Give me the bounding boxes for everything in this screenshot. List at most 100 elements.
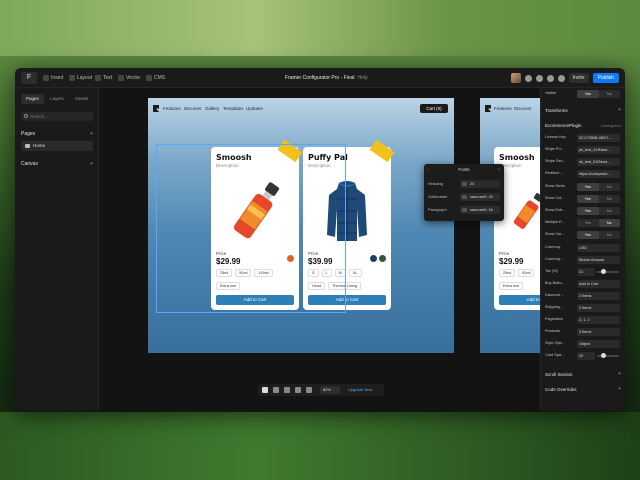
add-transform-icon[interactable]: + (618, 107, 621, 114)
currency-position-select[interactable]: Before Amount (577, 256, 620, 264)
price-label: Price (499, 251, 510, 256)
share-icon[interactable] (546, 74, 554, 82)
extra-option[interactable]: Extra one (499, 282, 524, 290)
redirect-input[interactable]: https://todoprodu... (577, 170, 620, 178)
show-cart-row: Show Car... Yes No (545, 231, 624, 239)
font-row-paragraph[interactable]: Paragraph sans-serif, 16 (428, 206, 500, 214)
cursor-icon[interactable] (262, 387, 268, 393)
add-to-cart-button[interactable]: Add to Cart (499, 295, 540, 305)
insert-tool[interactable]: Insert (43, 73, 64, 83)
add-page-icon[interactable]: + (90, 130, 93, 138)
tab-pages[interactable]: Pages (21, 94, 44, 104)
framer-menu-button[interactable]: F (21, 72, 37, 84)
scroll-section-header[interactable]: Scroll Section (545, 371, 573, 378)
buy-button-input[interactable]: Add to Cart (577, 280, 620, 288)
layout-tool[interactable]: Layout (69, 73, 92, 83)
text-tool[interactable]: Text (95, 73, 112, 83)
nav-link-features[interactable]: Features (163, 106, 181, 112)
style-options-row: Style Opti... Object (545, 340, 624, 348)
close-icon[interactable]: × (497, 167, 500, 172)
slider-knob[interactable] (601, 269, 606, 274)
tablet-frame[interactable]: Features Discover Smoosh Description Pri… (480, 98, 540, 353)
font-picker[interactable]: sans-serif, 20 (460, 193, 500, 201)
nav-link-features[interactable]: Features (494, 106, 512, 112)
ruler-icon[interactable] (295, 387, 301, 393)
vector-tool[interactable]: Vector (118, 73, 140, 83)
selection-box (156, 144, 346, 313)
show-sizes-row: Show Sizes Yes No (545, 183, 624, 191)
nav-link-discover[interactable]: Discover (514, 106, 532, 112)
color-swatch[interactable] (379, 255, 386, 262)
visible-toggle[interactable]: Yes No (577, 90, 620, 98)
hand-icon[interactable] (273, 387, 279, 393)
discount-list[interactable]: 2 Items (577, 292, 620, 300)
grid-icon[interactable] (306, 387, 312, 393)
multiple-extras-row: Multiple E... Yes No (545, 219, 624, 227)
settings-icon[interactable] (535, 74, 543, 82)
tab-assets[interactable]: Assets (70, 94, 93, 104)
publish-button[interactable]: Publish (592, 73, 619, 83)
font-row-subheader[interactable]: Subheader sans-serif, 20 (428, 193, 500, 201)
page-item-home[interactable]: Home (21, 141, 93, 151)
add-code-override-icon[interactable]: + (618, 386, 621, 393)
shipping-list[interactable]: 2 Items (577, 304, 620, 312)
tax-input[interactable]: 21 (577, 268, 595, 276)
zoom-select[interactable]: 82% (320, 386, 340, 394)
invite-button[interactable]: Invite (568, 73, 589, 83)
currency-select[interactable]: USD (577, 244, 620, 252)
show-cart-toggle[interactable]: Yes No (577, 231, 620, 239)
nav-link-discover[interactable]: Discover (184, 106, 202, 112)
multiple-extras-toggle[interactable]: Yes No (577, 219, 620, 227)
preview-play-icon[interactable] (557, 74, 565, 82)
left-panel: Pages Layers Assets Search... Pages + Hom… (15, 88, 99, 411)
add-scroll-section-icon[interactable]: + (618, 371, 621, 378)
card-spacing-row: Card Spa... 20 (545, 352, 624, 360)
text-icon (95, 74, 101, 81)
font-picker[interactable]: 20 (460, 180, 500, 188)
nav-link-templates[interactable]: Templates (223, 106, 244, 112)
card-spacing-input[interactable]: 20 (577, 352, 595, 360)
transforms-section[interactable]: Transforms (545, 107, 568, 114)
pagination-row: Pagination 2, 1, 2 (545, 316, 624, 324)
show-extras-toggle[interactable]: Yes No (577, 207, 620, 215)
show-colors-toggle[interactable]: Yes No (577, 195, 620, 203)
ecommerce-subtitle: Untargeted (601, 123, 621, 128)
font-row-heading[interactable]: Heading 20 (428, 180, 500, 188)
style-options-select[interactable]: Object (577, 340, 620, 348)
add-canvas-icon[interactable]: + (90, 160, 93, 168)
show-sizes-toggle[interactable]: Yes No (577, 183, 620, 191)
code-overrides-header[interactable]: Code Overrides (545, 386, 577, 393)
slider-knob[interactable] (601, 353, 606, 358)
products-list[interactable]: 3 Items (577, 328, 620, 336)
cart-button[interactable]: Cart (0) (420, 104, 448, 113)
extra-options: Extra one (499, 282, 524, 290)
size-option[interactable]: 25ml (499, 269, 516, 277)
avatar[interactable] (510, 73, 521, 83)
size-options: 25ml 50ml (499, 269, 535, 277)
license-key-input[interactable]: 3CC7050B-0BD7-... (577, 134, 620, 142)
color-swatch[interactable] (370, 255, 377, 262)
insert-icon (43, 74, 49, 81)
tab-layers[interactable]: Layers (46, 94, 69, 104)
comment-icon[interactable] (284, 387, 290, 393)
stripe-public-input[interactable]: pk_test_51Rdwd... (577, 146, 620, 154)
nav-link-updates[interactable]: Updates (246, 106, 263, 112)
search-input[interactable]: Search... (21, 112, 93, 121)
project-title[interactable]: Framer Configurator Pro - Final Help (285, 73, 368, 83)
nav-link-gallery[interactable]: Gallery (205, 106, 219, 112)
tax-slider[interactable] (597, 269, 619, 274)
card-spacing-slider[interactable] (597, 353, 619, 358)
font-picker[interactable]: sans-serif, 16 (460, 206, 500, 214)
size-option[interactable]: 50ml (518, 269, 535, 277)
upgrade-link[interactable]: Upgrade Now (348, 386, 372, 394)
size-option[interactable]: XL (348, 269, 362, 277)
show-extras-row: Show Extr... Yes No (545, 207, 624, 215)
pagination-input[interactable]: 2, 1, 2 (577, 316, 620, 324)
buy-button-row: Buy Butto... Add to Cart (545, 280, 624, 288)
redirect-row: Redirect ... https://todoprodu... (545, 170, 624, 178)
stripe-secret-input[interactable]: sk_test_51Rdwd... (577, 158, 620, 166)
cms-tool[interactable]: CMS (146, 73, 165, 83)
help-icon[interactable] (524, 74, 532, 82)
canvas[interactable]: Features Discover Gallery Templates Upda… (99, 88, 540, 411)
background-bottom (0, 412, 640, 480)
